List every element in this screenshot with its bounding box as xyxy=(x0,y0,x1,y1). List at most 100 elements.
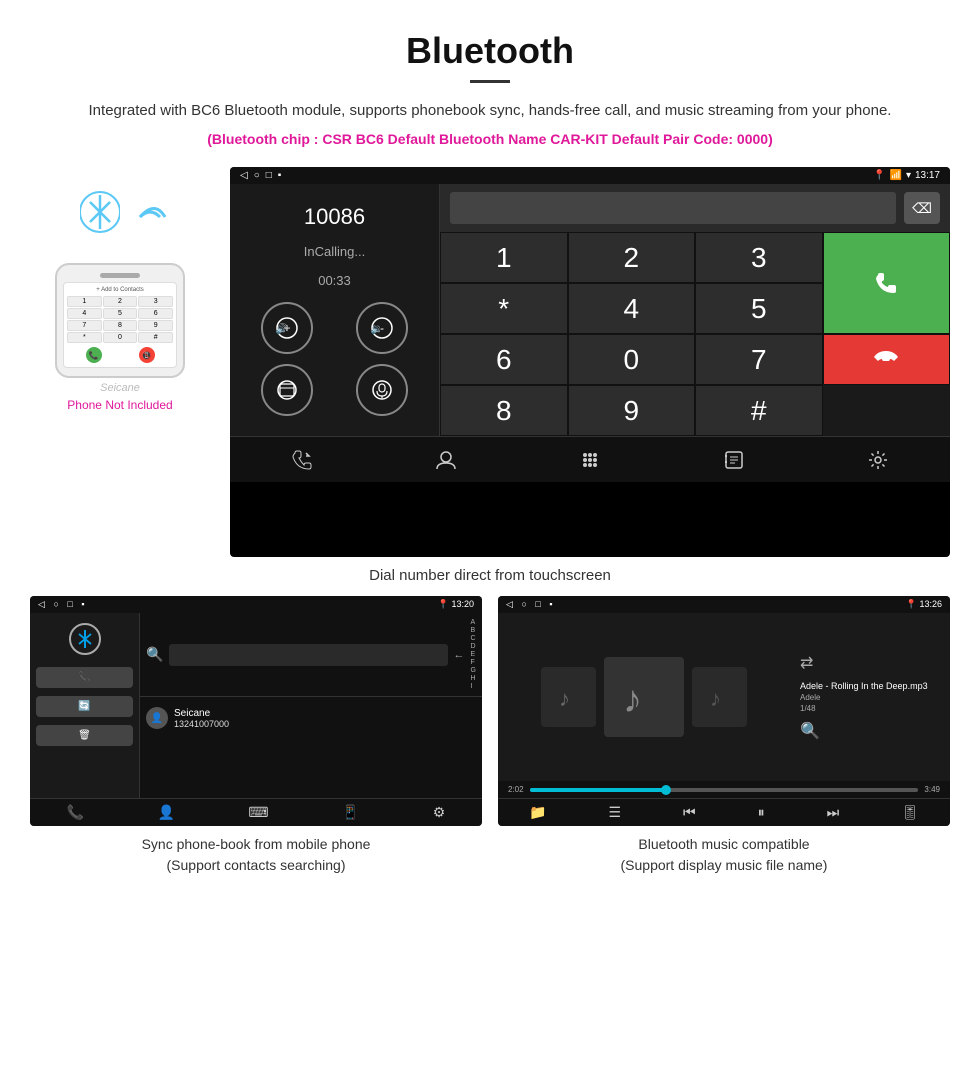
ms-search-icon[interactable]: 🔍 xyxy=(800,721,940,741)
pb-nav-settings-icon[interactable]: ⚙ xyxy=(433,804,446,821)
dial-key-9[interactable]: 9 xyxy=(138,320,173,331)
volume-down-button[interactable]: - 🔉 xyxy=(356,302,408,354)
numpad-3[interactable]: 3 xyxy=(695,232,823,283)
pb-status-right: 📍 13:20 xyxy=(438,599,474,610)
numpad-9[interactable]: 9 xyxy=(568,385,696,436)
backspace-button[interactable]: ⌫ xyxy=(904,192,940,224)
nav-settings-icon[interactable] xyxy=(851,441,905,479)
numpad-7[interactable]: 7 xyxy=(695,334,823,385)
pb-search-input[interactable] xyxy=(169,644,447,666)
numpad-0[interactable]: 0 xyxy=(568,334,696,385)
ms-back-icon[interactable]: ◁ xyxy=(506,599,513,609)
home-nav-icon[interactable]: ○ xyxy=(254,170,260,181)
ms-prev-icon[interactable]: ⏮ xyxy=(683,804,696,821)
alpha-b[interactable]: B xyxy=(471,627,476,634)
pb-back-icon[interactable]: ◁ xyxy=(38,599,45,609)
pb-bluetooth-icon[interactable] xyxy=(69,623,101,655)
volume-up-button[interactable]: + 🔊 xyxy=(261,302,313,354)
dialer-controls: + 🔊 - 🔉 xyxy=(245,302,424,416)
nav-call-transfer-icon[interactable] xyxy=(275,441,329,479)
ms-folder-icon[interactable]: 📁 xyxy=(529,804,546,821)
numpad-1[interactable]: 1 xyxy=(440,232,568,283)
status-bar-right: 📍 📶 ▾ 13:17 xyxy=(873,170,940,181)
pb-nav-contacts-icon[interactable]: 👤 xyxy=(158,804,175,821)
nav-phone-transfer-icon[interactable] xyxy=(707,441,761,479)
dialer-right-panel: ⌫ 1 2 3 * 4 5 6 0 7 8 9 # xyxy=(440,184,950,436)
pb-back-arrow-icon[interactable]: ← xyxy=(454,649,465,661)
call-end-button[interactable] xyxy=(823,334,951,385)
call-accept-button[interactable] xyxy=(823,232,951,334)
alpha-a[interactable]: A xyxy=(471,619,476,626)
back-nav-icon[interactable]: ◁ xyxy=(240,170,248,181)
ms-side-album-art-left: ♪ xyxy=(541,667,596,727)
dial-key-8[interactable]: 8 xyxy=(103,320,138,331)
ms-equalizer-icon[interactable]: 🎚 xyxy=(901,804,919,821)
dial-key-7[interactable]: 7 xyxy=(67,320,102,331)
pb-delete-button[interactable]: 🗑 xyxy=(36,725,133,746)
pb-sync-button[interactable]: 🔄 xyxy=(36,696,133,717)
ms-play-pause-icon[interactable]: ⏸ xyxy=(758,804,765,821)
alpha-f[interactable]: F xyxy=(471,659,476,666)
bluetooth-icon-area xyxy=(70,187,170,257)
dialer-input-field[interactable] xyxy=(450,192,896,224)
alpha-g[interactable]: G xyxy=(471,667,476,674)
dial-key-2[interactable]: 2 xyxy=(103,296,138,307)
alpha-c[interactable]: C xyxy=(471,635,476,642)
phone-call-button[interactable]: 📞 xyxy=(86,347,102,363)
recents-nav-icon[interactable]: □ xyxy=(266,170,272,181)
dial-key-5[interactable]: 5 xyxy=(103,308,138,319)
numpad-6[interactable]: 6 xyxy=(440,334,568,385)
ms-playlist-icon[interactable]: ☰ xyxy=(608,804,621,821)
pb-call-button[interactable]: 📞 xyxy=(36,667,133,688)
pb-bottom-nav: 📞 👤 ⌨ 📱 ⚙ xyxy=(30,798,482,826)
phone-end-button[interactable]: 📵 xyxy=(139,347,155,363)
alpha-e[interactable]: E xyxy=(471,651,476,658)
pb-home-icon[interactable]: ○ xyxy=(53,599,58,609)
pb-nav-call-icon[interactable]: 📞 xyxy=(67,804,84,821)
dial-key-star[interactable]: * xyxy=(67,332,102,343)
ms-shuffle-icon[interactable]: ⇄ xyxy=(800,653,940,673)
dial-key-hash[interactable]: # xyxy=(138,332,173,343)
main-dialer-screenshot: ◁ ○ □ ▪ 📍 📶 ▾ 13:17 10086 InCalling... 0… xyxy=(230,167,950,557)
pb-nav-phone-icon[interactable]: 📱 xyxy=(342,804,359,821)
numpad-hash[interactable]: # xyxy=(695,385,823,436)
numpad-8[interactable]: 8 xyxy=(440,385,568,436)
pb-call-icon: 📞 xyxy=(78,672,90,683)
numpad-5[interactable]: 5 xyxy=(695,283,823,334)
nav-contacts-icon[interactable] xyxy=(419,441,473,479)
pb-contacts-list: 👤 Seicane 13241007000 xyxy=(140,697,482,739)
dial-key-1[interactable]: 1 xyxy=(67,296,102,307)
ms-recents-icon[interactable]: □ xyxy=(535,599,540,609)
microphone-button[interactable] xyxy=(356,364,408,416)
ms-home-icon[interactable]: ○ xyxy=(521,599,526,609)
ms-notif-icon: ▪ xyxy=(549,599,552,609)
pb-recents-icon[interactable]: □ xyxy=(67,599,72,609)
ms-progress-track[interactable] xyxy=(530,788,919,792)
ms-time: 13:26 xyxy=(919,599,942,609)
list-item[interactable]: 👤 Seicane 13241007000 xyxy=(146,703,476,733)
ms-next-icon[interactable]: ⏭ xyxy=(827,804,840,821)
dial-key-6[interactable]: 6 xyxy=(138,308,173,319)
phone-top-bar xyxy=(63,273,177,278)
pb-nav-dialpad-icon[interactable]: ⌨ xyxy=(248,804,268,821)
dial-key-4[interactable]: 4 xyxy=(67,308,102,319)
nav-dialpad-icon[interactable] xyxy=(563,441,617,479)
numpad-star[interactable]: * xyxy=(440,283,568,334)
numpad-2[interactable]: 2 xyxy=(568,232,696,283)
pb-location-icon: 📍 xyxy=(438,599,449,609)
phone-screen: + Add to Contacts 1 2 3 4 5 6 7 8 9 * 0 … xyxy=(63,282,177,368)
dial-key-0[interactable]: 0 xyxy=(103,332,138,343)
ms-time-current: 2:02 xyxy=(508,785,524,794)
main-caption: Dial number direct from touchscreen xyxy=(0,557,980,596)
alpha-h[interactable]: H xyxy=(471,675,476,682)
notification-icon: ▪ xyxy=(278,170,282,181)
dial-key-3[interactable]: 3 xyxy=(138,296,173,307)
numpad-4[interactable]: 4 xyxy=(568,283,696,334)
alpha-d[interactable]: D xyxy=(471,643,476,650)
pb-time: 13:20 xyxy=(451,599,474,609)
phone-not-included-label: Phone Not Included xyxy=(67,398,172,412)
phone-transfer-button[interactable] xyxy=(261,364,313,416)
alpha-i[interactable]: I xyxy=(471,683,476,690)
ms-time-total: 3:49 xyxy=(924,785,940,794)
dialer-status: InCalling... xyxy=(304,244,365,259)
